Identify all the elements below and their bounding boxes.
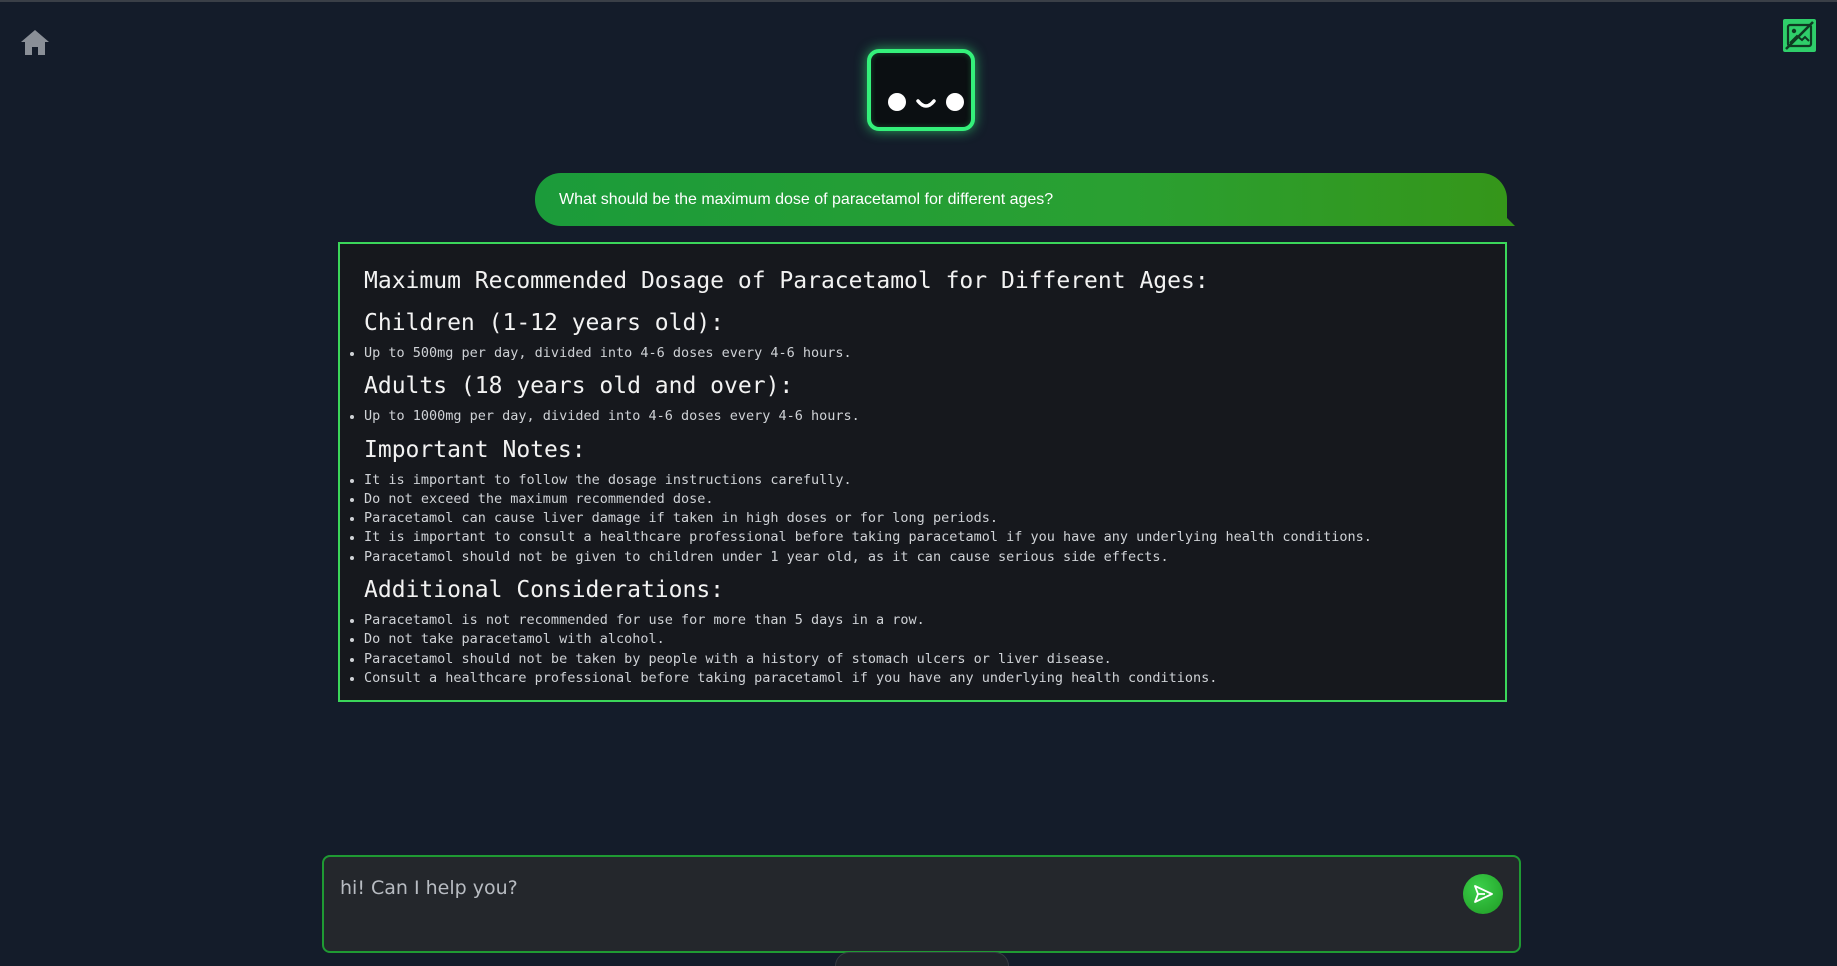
- section-list: Paracetamol is not recommended for use f…: [340, 611, 1483, 688]
- bot-avatar: [867, 49, 975, 131]
- chat-input[interactable]: [338, 867, 1442, 909]
- bottom-toolbar[interactable]: [835, 952, 1009, 966]
- send-button[interactable]: [1463, 874, 1503, 914]
- section-heading: Children (1-12 years old):: [364, 310, 725, 336]
- list-item: Do not exceed the maximum recommended do…: [350, 490, 1483, 509]
- image-toggle-button[interactable]: [1783, 19, 1816, 52]
- section-list: Up to 500mg per day, divided into 4-6 do…: [340, 344, 1483, 363]
- list-item: Consult a healthcare professional before…: [350, 669, 1483, 688]
- list-item: Paracetamol should not be given to child…: [350, 548, 1483, 567]
- section-list: It is important to follow the dosage ins…: [340, 471, 1483, 567]
- home-icon: [21, 30, 49, 55]
- send-icon: [1474, 885, 1493, 903]
- section-list: Up to 1000mg per day, divided into 4-6 d…: [340, 407, 1483, 426]
- section-heading: Important Notes:: [364, 436, 586, 463]
- list-item: It is important to follow the dosage ins…: [350, 471, 1483, 490]
- list-item: Up to 500mg per day, divided into 4-6 do…: [350, 344, 1483, 363]
- section-heading: Adults (18 years old and over):: [364, 373, 794, 400]
- image-off-icon: [1783, 19, 1816, 52]
- list-item: Paracetamol is not recommended for use f…: [350, 611, 1483, 630]
- chat-composer: [322, 855, 1521, 953]
- user-message-text: What should be the maximum dose of parac…: [559, 190, 1054, 208]
- list-item: Paracetamol should not be taken by peopl…: [350, 650, 1483, 669]
- home-button[interactable]: [20, 28, 50, 56]
- bot-face-icon: [888, 93, 964, 111]
- list-item: It is important to consult a healthcare …: [350, 528, 1483, 547]
- user-message-bubble: What should be the maximum dose of parac…: [535, 173, 1515, 226]
- list-item: Do not take paracetamol with alcohol.: [350, 630, 1483, 649]
- section-heading: Additional Considerations:: [364, 577, 725, 604]
- assistant-reply: Maximum Recommended Dosage of Paracetamo…: [338, 242, 1507, 702]
- reply-title: Maximum Recommended Dosage of Paracetamo…: [364, 268, 1209, 294]
- list-item: Up to 1000mg per day, divided into 4-6 d…: [350, 407, 1483, 426]
- list-item: Paracetamol can cause liver damage if ta…: [350, 509, 1483, 528]
